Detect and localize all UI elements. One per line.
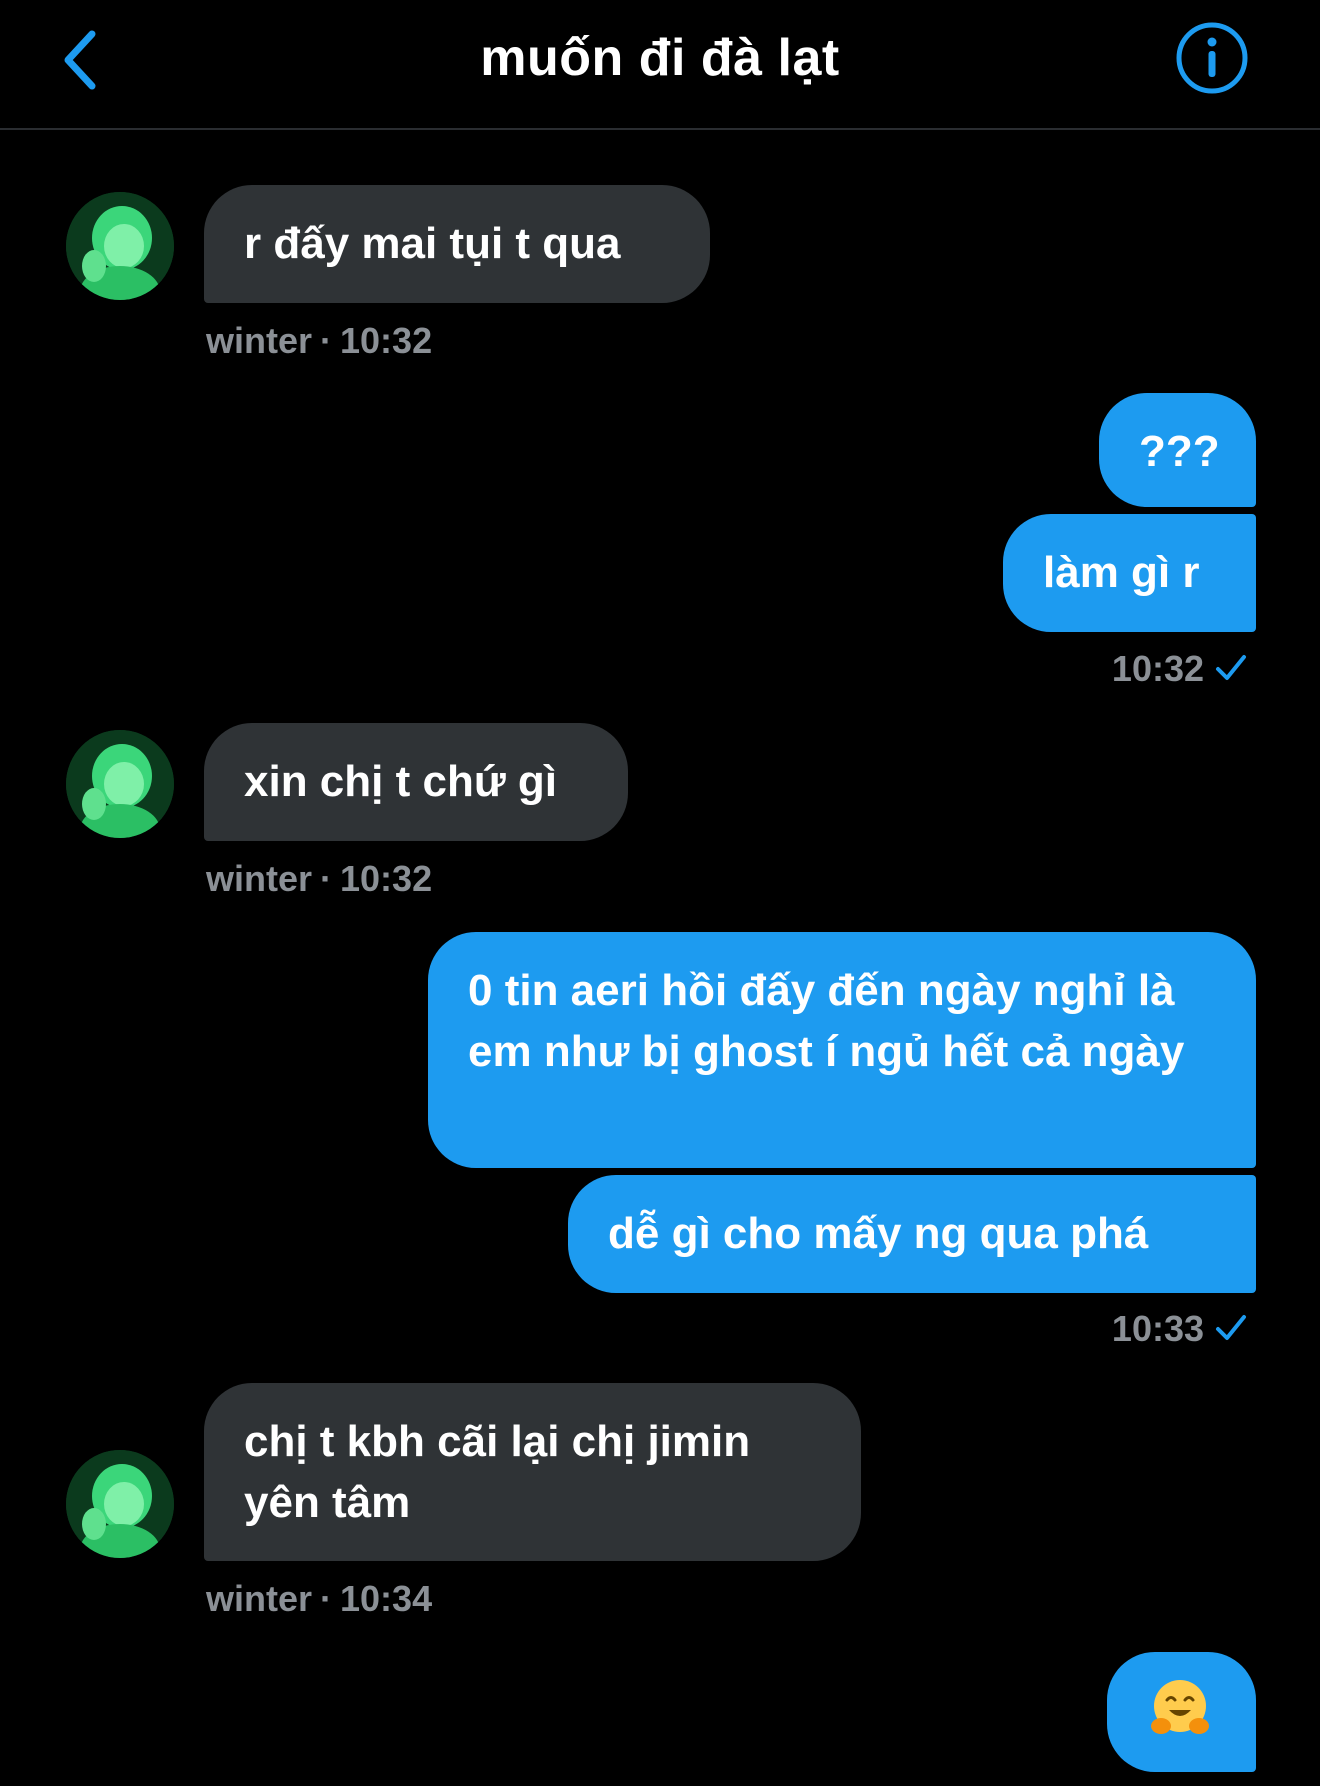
sent-check-icon xyxy=(1216,1315,1246,1340)
info-button[interactable] xyxy=(1174,20,1250,96)
message-time: 10:33 xyxy=(1111,1308,1204,1349)
avatar-winter[interactable] xyxy=(66,1450,174,1558)
message-time: 10:32 xyxy=(340,858,433,899)
message-text: ??? xyxy=(1139,427,1220,476)
message-time: 10:32 xyxy=(340,320,433,361)
message-meta-outgoing: 10:32 xyxy=(1112,648,1248,690)
avatar-image xyxy=(66,1450,174,1558)
hugging-face-emoji xyxy=(1151,1680,1209,1735)
sender-name: winter xyxy=(206,858,313,899)
message-bubble-outgoing[interactable] xyxy=(1107,1652,1256,1772)
message-meta-outgoing: 10:33 xyxy=(1112,1308,1248,1350)
message-bubble-outgoing[interactable]: ??? xyxy=(1099,393,1256,507)
message-bubble-outgoing[interactable]: làm gì r xyxy=(1003,514,1256,632)
message-bubble-incoming[interactable]: r đấy mai tụi t qua xyxy=(204,185,710,303)
sender-name: winter xyxy=(206,1578,313,1619)
sent-check-icon xyxy=(1216,655,1246,680)
meta-separator: · xyxy=(320,320,333,361)
message-meta: winter · 10:34 xyxy=(206,1578,432,1620)
message-time: 10:34 xyxy=(340,1578,433,1619)
message-bubble-incoming[interactable]: xin chị t chứ gì xyxy=(204,723,628,841)
message-meta: winter · 10:32 xyxy=(206,858,432,900)
message-bubble-incoming[interactable]: chị t kbh cãi lại chị jimin yên tâm xyxy=(204,1383,861,1561)
conversation-title: muốn đi đà lạt xyxy=(480,29,840,87)
meta-separator: · xyxy=(320,858,333,899)
message-time: 10:32 xyxy=(1111,648,1204,689)
message-bubble-outgoing[interactable]: 0 tin aeri hồi đấy đến ngày nghỉ là em n… xyxy=(428,932,1256,1168)
avatar-winter[interactable] xyxy=(66,192,174,300)
message-text: xin chị t chứ gì xyxy=(244,757,558,806)
message-text: 0 tin aeri hồi đấy đến ngày nghỉ là em n… xyxy=(468,966,1185,1076)
conversation-header: muốn đi đà lạt xyxy=(0,0,1320,130)
message-bubble-outgoing[interactable]: dễ gì cho mấy ng qua phá xyxy=(568,1175,1256,1293)
message-text: chị t kbh cãi lại chị jimin yên tâm xyxy=(244,1417,751,1527)
message-text: làm gì r xyxy=(1043,548,1200,597)
avatar-winter[interactable] xyxy=(66,730,174,838)
sender-name: winter xyxy=(206,320,313,361)
message-meta: winter · 10:32 xyxy=(206,320,432,362)
message-text: dễ gì cho mấy ng qua phá xyxy=(608,1209,1149,1258)
avatar-image xyxy=(66,730,174,838)
avatar-image xyxy=(66,192,174,300)
info-icon xyxy=(1176,22,1248,94)
message-text: r đấy mai tụi t qua xyxy=(244,219,621,268)
meta-separator: · xyxy=(320,1578,333,1619)
